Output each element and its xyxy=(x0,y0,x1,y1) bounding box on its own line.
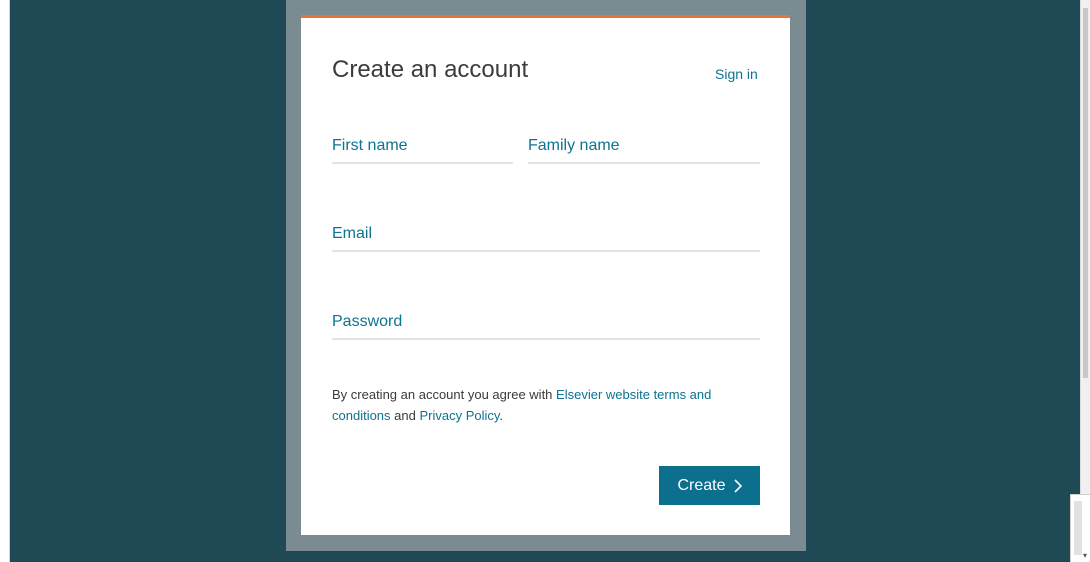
scrollbar-thumb[interactable] xyxy=(1083,8,1088,378)
first-name-input[interactable] xyxy=(332,130,513,162)
terms-notice: By creating an account you agree with El… xyxy=(332,384,762,426)
email-field xyxy=(332,218,760,252)
email-input[interactable] xyxy=(332,218,760,250)
terms-middle: and xyxy=(390,408,420,423)
page-title: Create an account xyxy=(332,56,529,83)
create-account-card: Create an account Sign in By creating an… xyxy=(301,15,790,535)
inner-scrollbar-thumb[interactable] xyxy=(1074,501,1082,555)
password-input[interactable] xyxy=(332,306,760,338)
window-left-edge xyxy=(0,0,10,562)
password-field xyxy=(332,306,760,340)
first-name-field xyxy=(332,130,513,164)
terms-suffix: . xyxy=(499,408,504,423)
sign-in-link[interactable]: Sign in xyxy=(715,66,758,82)
terms-prefix: By creating an account you agree with xyxy=(332,387,557,402)
family-name-input[interactable] xyxy=(528,130,760,162)
create-button[interactable]: Create xyxy=(659,466,760,505)
family-name-field xyxy=(528,130,760,164)
vertical-scrollbar[interactable] xyxy=(1080,0,1090,562)
privacy-policy-link[interactable]: Privacy Policy xyxy=(419,408,499,423)
inner-scrollbar[interactable]: ▾ xyxy=(1070,494,1090,562)
scroll-down-arrow-icon[interactable]: ▾ xyxy=(1083,551,1087,560)
create-button-label: Create xyxy=(677,476,726,494)
chevron-right-icon xyxy=(733,478,742,493)
